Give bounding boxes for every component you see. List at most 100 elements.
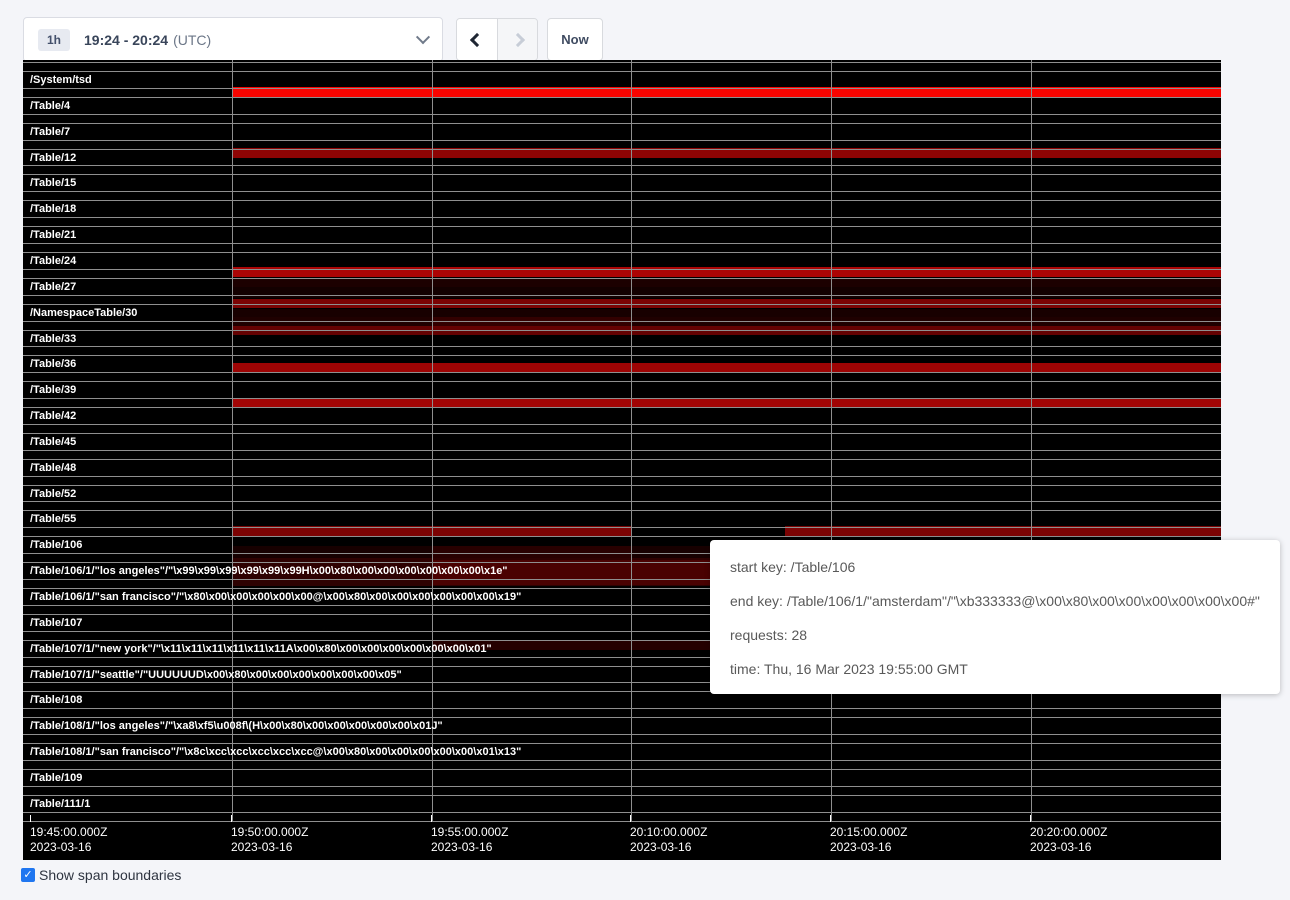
axis-label: 20:10:00.000Z2023-03-16 [630, 825, 707, 855]
span-boundary-line [23, 278, 1221, 279]
row-label: /Table/111/1 [30, 797, 90, 812]
span-boundary-line [23, 252, 1221, 253]
row-label: /Table/48 [30, 461, 76, 476]
row-label: /Table/15 [30, 176, 76, 191]
span-boundary-line [23, 123, 1221, 124]
span-boundary-line [23, 226, 1221, 227]
tooltip-end-key: end key: /Table/106/1/"amsterdam"/"\xb33… [730, 584, 1280, 618]
row-label: /NamespaceTable/30 [30, 306, 137, 321]
axis-tick [830, 815, 831, 822]
heat-band [432, 317, 631, 326]
row-label: /Table/106 [30, 538, 82, 553]
time-bucket-line [1031, 60, 1032, 822]
toolbar: 1h 19:24 - 20:24 (UTC) Now [23, 17, 603, 62]
now-button[interactable]: Now [547, 18, 603, 61]
row-label: /Table/21 [30, 228, 76, 243]
span-boundary-line [23, 88, 1221, 89]
heat-band [233, 317, 1221, 326]
row-label: /Table/24 [30, 254, 76, 269]
axis-tick [1030, 815, 1031, 822]
axis-label: 20:20:00.000Z2023-03-16 [1030, 825, 1107, 855]
row-label: /Table/109 [30, 771, 82, 786]
heat-band [233, 309, 1221, 317]
span-boundary-line [23, 243, 1221, 244]
span-boundary-line [23, 433, 1221, 434]
span-boundary-line [23, 295, 1221, 296]
span-boundary-line [23, 786, 1221, 787]
heat-band [432, 546, 631, 558]
key-visualizer-page: 1h 19:24 - 20:24 (UTC) Now /System/tsd/T… [0, 0, 1290, 900]
row-label: /Table/39 [30, 383, 76, 398]
tooltip-requests: requests: 28 [730, 618, 1280, 652]
time-bucket-line [631, 60, 632, 822]
row-label: /Table/33 [30, 332, 76, 347]
row-label: /Table/108/1/"los angeles"/"\xa8\xf5\u00… [30, 719, 443, 734]
span-boundary-line [23, 346, 1221, 347]
time-bucket-line [432, 60, 433, 822]
row-label: /Table/12 [30, 151, 76, 166]
row-label: /Table/55 [30, 512, 76, 527]
chevron-left-icon [470, 32, 484, 46]
span-boundary-line [23, 459, 1221, 460]
row-label: /Table/7 [30, 125, 70, 140]
span-boundary-line [23, 795, 1221, 796]
show-span-boundaries-checkbox[interactable]: ✓ [21, 868, 35, 882]
span-boundary-line [23, 485, 1221, 486]
row-label: /Table/107 [30, 616, 82, 631]
row-label: /Table/107/1/"seattle"/"UUUUUUD\x00\x80\… [30, 668, 402, 683]
span-boundary-line [23, 398, 1221, 399]
span-boundary-line [23, 476, 1221, 477]
time-nav-group [456, 18, 538, 61]
span-boundary-line [23, 501, 1221, 502]
span-boundary-line [23, 304, 1221, 305]
row-label: /Table/36 [30, 357, 76, 372]
axis-label: 19:45:00.000Z2023-03-16 [30, 825, 107, 855]
span-boundary-line [23, 510, 1221, 511]
chevron-right-icon [510, 32, 524, 46]
span-boundary-line [23, 450, 1221, 451]
heat-band [233, 278, 1221, 287]
key-visualizer-canvas[interactable]: /System/tsd/Table/4/Table/7/Table/12/Tab… [23, 60, 1221, 860]
span-boundary-line [23, 821, 1221, 822]
span-boundary-line [23, 527, 1221, 528]
row-label: /Table/27 [30, 280, 76, 295]
tooltip-start-key: start key: /Table/106 [730, 550, 1280, 584]
span-boundary-line [23, 424, 1221, 425]
time-range-selector[interactable]: 1h 19:24 - 20:24 (UTC) [23, 17, 443, 62]
span-boundary-line [23, 200, 1221, 201]
axis-tick [30, 815, 31, 822]
span-boundary-line [23, 536, 1221, 537]
span-boundary-line [23, 330, 1221, 331]
span-boundary-line [23, 97, 1221, 98]
axis-label: 19:50:00.000Z2023-03-16 [231, 825, 308, 855]
chevron-down-icon [416, 30, 430, 44]
span-boundary-line [23, 812, 1221, 813]
time-bucket-line [232, 60, 233, 822]
next-time-button[interactable] [497, 19, 537, 60]
prev-time-button[interactable] [457, 19, 497, 60]
span-boundary-line [23, 355, 1221, 356]
range-text: 19:24 - 20:24 [84, 32, 168, 48]
span-boundary-line [23, 717, 1221, 718]
row-label: /Table/108 [30, 693, 82, 708]
heat-band [233, 287, 1221, 298]
span-boundary-line [23, 321, 1221, 322]
span-boundary-line [23, 269, 1221, 270]
span-boundary-line [23, 191, 1221, 192]
row-label: /Table/18 [30, 202, 76, 217]
span-boundary-line [23, 381, 1221, 382]
row-label: /Table/4 [30, 99, 70, 114]
range-preset-badge: 1h [38, 29, 70, 51]
row-label: /Table/106/1/"san francisco"/"\x80\x00\x… [30, 590, 521, 605]
span-boundary-line [23, 140, 1221, 141]
row-label: /Table/42 [30, 409, 76, 424]
time-bucket-line [831, 60, 832, 822]
row-label: /Table/52 [30, 487, 76, 502]
axis-label: 19:55:00.000Z2023-03-16 [431, 825, 508, 855]
footer: ✓ Show span boundaries [21, 867, 181, 883]
row-label: /Table/45 [30, 435, 76, 450]
span-boundary-line [23, 71, 1221, 72]
span-boundary-line [23, 174, 1221, 175]
span-boundary-line [23, 372, 1221, 373]
cell-tooltip: start key: /Table/106 end key: /Table/10… [710, 540, 1280, 694]
